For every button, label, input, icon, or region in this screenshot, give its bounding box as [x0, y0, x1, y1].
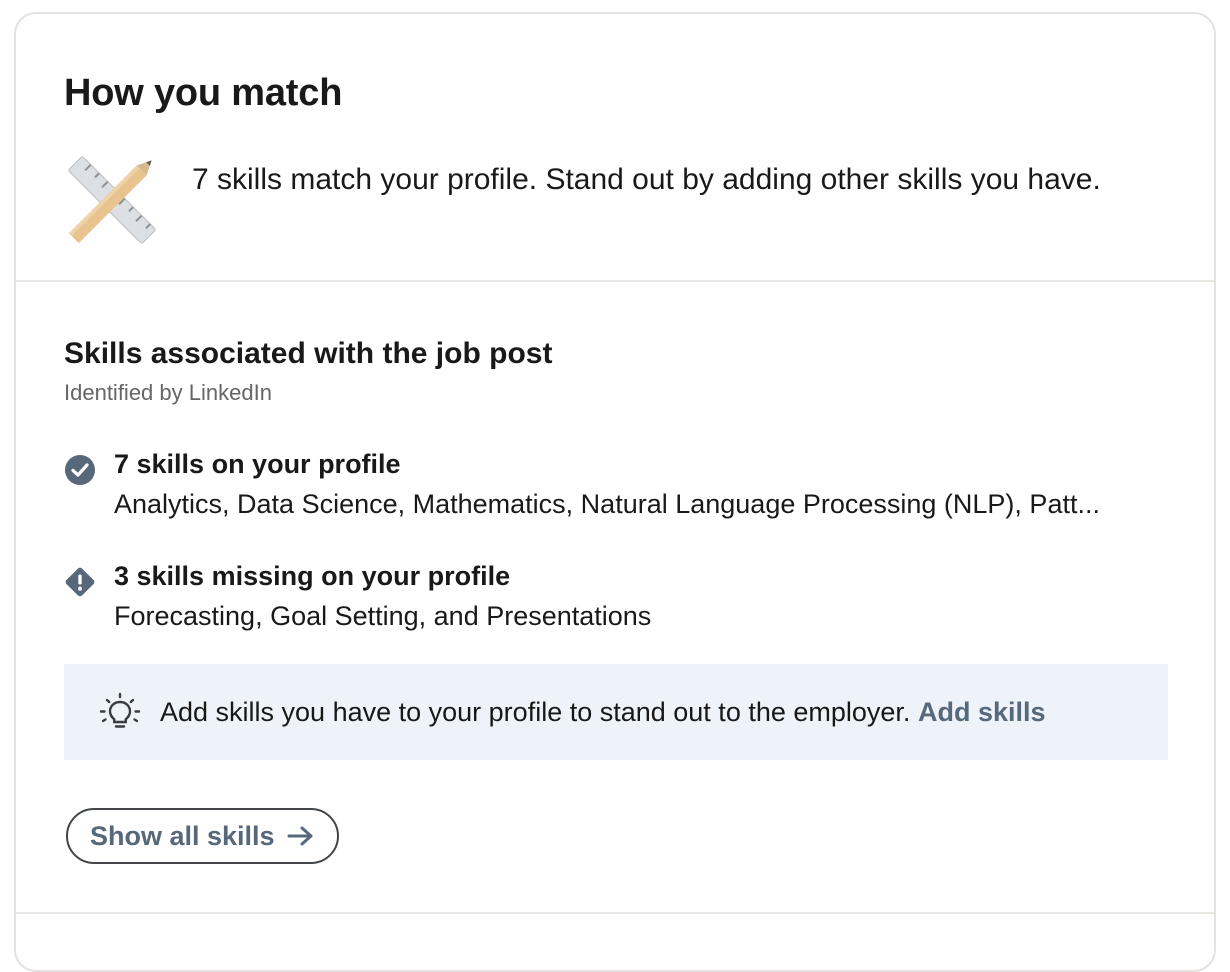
card-title: How you match — [64, 72, 343, 114]
skills-on-profile-title: 7 skills on your profile — [114, 449, 401, 479]
skills-missing-list: Forecasting, Goal Setting, and Presentat… — [114, 601, 652, 631]
show-all-skills-button[interactable]: Show all skills — [66, 808, 339, 864]
match-summary-section: How you match 7 skills match your profil… — [16, 14, 1214, 282]
add-skills-tip: Add skills you have to your profile to s… — [64, 664, 1168, 760]
skills-section-subtitle: Identified by LinkedIn — [64, 380, 272, 405]
skills-missing-title: 3 skills missing on your profile — [114, 561, 511, 591]
skills-on-profile-list: Analytics, Data Science, Mathematics, Na… — [114, 489, 1100, 519]
ruler-pencil-icon — [68, 156, 156, 244]
match-summary-text: 7 skills match your profile. Stand out b… — [192, 163, 1101, 196]
how-you-match-card: How you match 7 skills match your profil… — [14, 12, 1216, 972]
tip-message: Add skills you have to your profile to s… — [160, 694, 1046, 730]
show-all-skills-label: Show all skills — [90, 820, 275, 851]
bottom-divider — [16, 912, 1214, 914]
lightbulb-icon — [99, 692, 141, 728]
check-circle-icon — [65, 455, 95, 485]
arrow-right-icon — [287, 826, 313, 846]
tip-text: Add skills you have to your profile to s… — [160, 697, 911, 727]
warning-diamond-icon — [65, 567, 95, 597]
add-skills-link[interactable]: Add skills — [918, 697, 1046, 727]
skills-section-title: Skills associated with the job post — [64, 337, 553, 370]
